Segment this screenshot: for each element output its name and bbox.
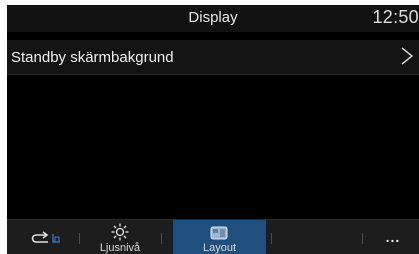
bottom-toolbar: Ljusnivå Layout ... [7,219,419,254]
standby-wallpaper-row[interactable]: Standby skärmbakgrund [7,40,419,75]
chevron-right-icon [401,47,414,65]
layout-button[interactable]: Layout [173,220,266,254]
toolbar-separator [79,233,80,244]
toolbar-separator [161,233,162,244]
content-area [7,75,419,221]
toolbar-separator [271,233,272,244]
standby-wallpaper-label: Standby skärmbakgrund [11,49,174,66]
header-bar: Display 12:50 [7,5,419,32]
toolbar-separator [362,233,363,244]
page-title: Display [188,9,238,26]
back-icon [31,231,60,243]
sun-icon [111,223,129,241]
back-button[interactable] [25,220,75,254]
more-icon: ... [385,229,401,245]
display-screen: Display 12:50 Standby skärmbakgrund Ljus… [7,5,419,254]
layout-label: Layout [202,242,237,254]
more-button[interactable]: ... [369,220,417,254]
layout-icon [210,226,228,240]
brightness-button[interactable]: Ljusnivå [87,220,153,254]
clock: 12:50 [372,7,419,27]
brightness-label: Ljusnivå [99,242,141,254]
